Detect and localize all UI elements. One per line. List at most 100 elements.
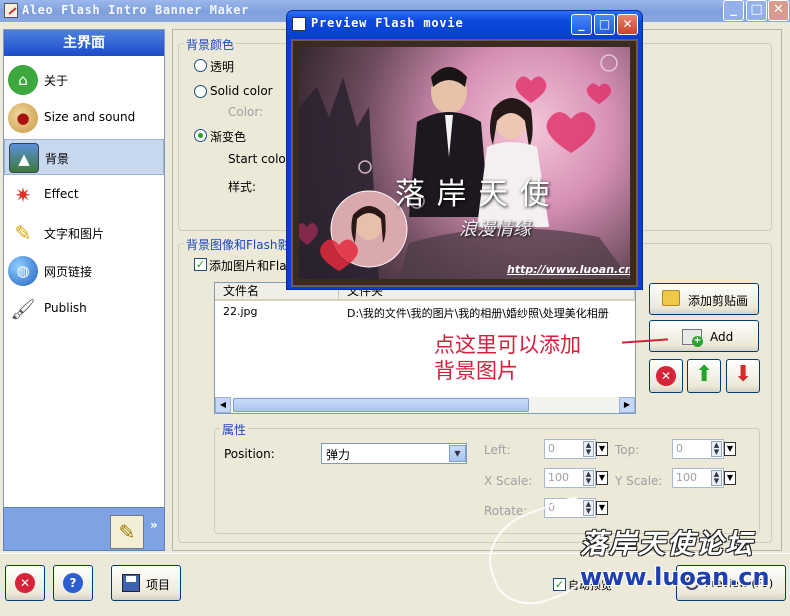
chevron-down-icon[interactable]: ▼ xyxy=(449,445,466,462)
watermark-site: www.luoan.cn xyxy=(580,563,770,591)
horizontal-scrollbar[interactable]: ◀ ▶ xyxy=(215,397,635,413)
help-button[interactable]: ? xyxy=(53,565,93,601)
preview-maximize-button[interactable]: □ xyxy=(594,14,615,35)
flash-movie-scene: 落 岸 天 使 浪漫情缘 http://www.luoan.cn/ xyxy=(299,47,630,279)
add-image-checkbox[interactable]: ✓ xyxy=(194,258,207,271)
background-color-group-title: 背景颜色 xyxy=(184,36,237,53)
project-button[interactable]: 项目 xyxy=(111,565,181,601)
scroll-left-button[interactable]: ◀ xyxy=(215,397,231,413)
wedding-photo xyxy=(299,54,630,279)
close-button[interactable]: ✕ xyxy=(768,0,789,21)
delete-icon: ✕ xyxy=(656,366,676,386)
scroll-thumb[interactable] xyxy=(233,398,529,412)
chevron-right-icon[interactable]: » xyxy=(150,518,158,532)
background-image-group-title: 背景图像和Flash影 xyxy=(184,236,292,253)
style-label: 样式: xyxy=(228,180,257,194)
add-button[interactable]: + Add xyxy=(649,320,759,352)
left-value: 0 xyxy=(548,442,555,455)
palette-icon: ● xyxy=(8,103,38,133)
top-spinner-arrows[interactable]: ▲ ▼ xyxy=(711,441,722,457)
y-scale-label: Y Scale: xyxy=(615,474,663,488)
effect-icon: ✷ xyxy=(14,183,32,207)
top-label: Top: xyxy=(615,443,640,457)
left-spinner-arrows[interactable]: ▲ ▼ xyxy=(583,441,594,457)
y-scale-spinner-arrows[interactable]: ▲ ▼ xyxy=(711,470,722,486)
position-select-value: 弹力 xyxy=(326,448,351,462)
brush-icon: 🖌 xyxy=(10,297,36,321)
annotation-text: 点这里可以添加 背景图片 xyxy=(434,332,581,384)
annotation-line-1: 点这里可以添加 xyxy=(434,333,581,357)
rotate-dropdown-button[interactable]: ▼ xyxy=(596,501,608,515)
radio-solid-color-label: Solid color xyxy=(210,84,273,98)
help-icon: ? xyxy=(63,573,83,593)
globe-icon: ◍ xyxy=(8,256,38,286)
sidebar-item-size-and-sound[interactable]: ● Size and sound xyxy=(4,100,164,136)
app-icon xyxy=(4,3,18,18)
preview-window[interactable]: Preview Flash movie _ □ ✕ 落 岸 天 使 浪漫情缘 h… xyxy=(286,10,643,290)
minimize-button[interactable]: _ xyxy=(723,0,744,21)
sidebar-item-web-link[interactable]: ◍ 网页链接 xyxy=(4,253,164,289)
move-down-button[interactable]: ⬇ xyxy=(726,359,760,393)
left-label: Left: xyxy=(484,443,511,457)
sidebar-item-label: Publish xyxy=(44,301,87,315)
y-scale-dropdown-button[interactable]: ▼ xyxy=(724,471,736,485)
add-button-label: Add xyxy=(710,330,734,344)
left-dropdown-button[interactable]: ▼ xyxy=(596,442,608,456)
image-add-icon: + xyxy=(682,329,703,347)
close-circle-icon: ✕ xyxy=(15,573,35,593)
sidebar-item-about[interactable]: ⌂ 关于 xyxy=(4,62,164,98)
sidebar-item-text-and-images[interactable]: ✎ 文字和图片 xyxy=(4,215,164,251)
sidebar-item-effect[interactable]: ✷ Effect xyxy=(4,177,164,213)
sidebar-grip[interactable] xyxy=(64,505,104,509)
radio-transparent-label: 透明 xyxy=(210,60,235,74)
radio-gradient-label: 渐变色 xyxy=(210,130,247,144)
movie-title-text: 落 岸 天 使 xyxy=(395,177,551,212)
flash-icon xyxy=(292,17,306,31)
folder-add-icon xyxy=(662,290,680,306)
pencil-icon[interactable]: ✎ xyxy=(110,515,144,549)
sidebar-item-background[interactable]: ▲ 背景 xyxy=(4,139,164,175)
x-scale-spinner-arrows[interactable]: ▲ ▼ xyxy=(583,470,594,486)
start-color-label: Start color xyxy=(228,152,291,166)
sidebar-item-label: 文字和图片 xyxy=(44,227,105,241)
pencil-icon: ✎ xyxy=(14,221,32,245)
sidebar-item-label: Size and sound xyxy=(44,110,136,124)
properties-group-title: 属性 xyxy=(220,421,249,438)
position-select[interactable]: 弹力 ▼ xyxy=(321,443,467,464)
scroll-right-button[interactable]: ▶ xyxy=(619,397,635,413)
radio-gradient[interactable] xyxy=(194,129,207,142)
x-scale-label: X Scale: xyxy=(484,474,533,488)
preview-minimize-button[interactable]: _ xyxy=(571,14,592,35)
sidebar-item-label: 关于 xyxy=(44,74,69,88)
arrow-down-icon: ⬇ xyxy=(734,362,753,387)
home-icon: ⌂ xyxy=(8,65,38,95)
add-clipart-button[interactable]: 添加剪贴画 xyxy=(649,283,759,315)
arrow-up-icon: ⬆ xyxy=(695,362,714,387)
sidebar-item-publish[interactable]: 🖌 Publish xyxy=(4,291,164,327)
maximize-button[interactable]: □ xyxy=(746,0,767,21)
save-disk-icon xyxy=(122,574,140,592)
position-label: Position: xyxy=(224,447,275,461)
add-image-checkbox-label: 添加图片和Fla xyxy=(209,259,287,273)
sidebar-footer: ✎ » xyxy=(3,505,165,551)
row-filename: 22.jpg xyxy=(223,305,258,318)
radio-transparent[interactable] xyxy=(194,59,207,72)
radio-solid-color[interactable] xyxy=(194,85,207,98)
delete-button[interactable]: ✕ xyxy=(649,359,683,393)
x-scale-dropdown-button[interactable]: ▼ xyxy=(596,471,608,485)
movie-subtitle-text: 浪漫情缘 xyxy=(459,219,531,240)
color-label: Color: xyxy=(228,105,264,119)
preview-close-button[interactable]: ✕ xyxy=(617,14,638,35)
top-dropdown-button[interactable]: ▼ xyxy=(724,442,736,456)
app-title: Aleo Flash Intro Banner Maker xyxy=(22,3,249,17)
top-value: 0 xyxy=(676,442,683,455)
sidebar-header: 主界面 xyxy=(4,30,164,56)
row-folder: D:\我的文件\我的图片\我的相册\婚纱照\处理美化相册 xyxy=(347,307,609,320)
sidebar-item-label: Effect xyxy=(44,187,79,201)
preview-title-bar[interactable]: Preview Flash movie _ □ ✕ xyxy=(287,11,642,37)
exit-button[interactable]: ✕ xyxy=(5,565,45,601)
table-row[interactable]: 22.jpg D:\我的文件\我的图片\我的相册\婚纱照\处理美化相册 xyxy=(215,303,635,321)
move-up-button[interactable]: ⬆ xyxy=(687,359,721,393)
flash-movie-frame: 落 岸 天 使 浪漫情缘 http://www.luoan.cn/ xyxy=(291,39,638,287)
add-clipart-label: 添加剪贴画 xyxy=(688,294,749,308)
